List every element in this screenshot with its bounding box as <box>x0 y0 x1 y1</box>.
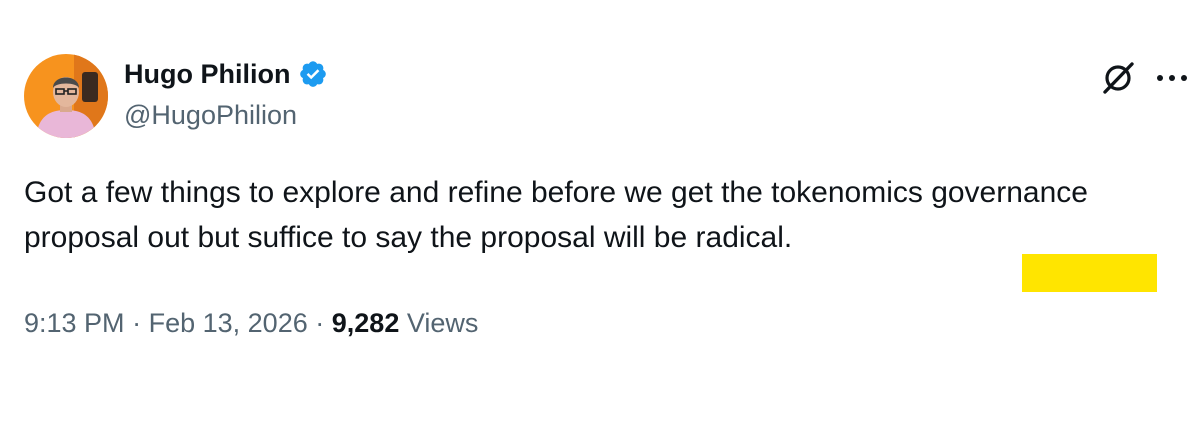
views-link[interactable]: 9,282 Views <box>332 308 479 338</box>
tweet-metadata: 9:13 PM · Feb 13, 2026 · 9,282 Views <box>24 305 478 341</box>
views-count: 9,282 <box>331 308 400 338</box>
tweet-text: Got a few things to explore and refine b… <box>24 176 1088 254</box>
author-name-row: Hugo Philion <box>124 58 328 90</box>
author-handle[interactable]: @HugoPhilion <box>124 98 297 132</box>
grok-button[interactable] <box>1098 58 1138 98</box>
author-display-name[interactable]: Hugo Philion <box>124 58 290 90</box>
meta-separator: · <box>132 308 142 338</box>
views-label: Views <box>406 308 479 338</box>
avatar[interactable] <box>24 54 108 138</box>
tweet-date: Feb 13, 2026 <box>148 308 308 338</box>
more-icon <box>1157 75 1187 81</box>
tweet-timestamp-link[interactable]: 9:13 PM · Feb 13, 2026 <box>24 308 308 338</box>
grok-icon <box>1103 62 1134 94</box>
tweet-time: 9:13 PM <box>24 308 125 338</box>
verified-badge-icon[interactable] <box>298 59 328 89</box>
meta-separator: · <box>315 308 325 338</box>
more-options-button[interactable] <box>1152 62 1192 94</box>
tweet-card: Hugo Philion @HugoPhilion Got a few thin… <box>0 0 1200 423</box>
profile-photo-icon <box>24 54 108 138</box>
